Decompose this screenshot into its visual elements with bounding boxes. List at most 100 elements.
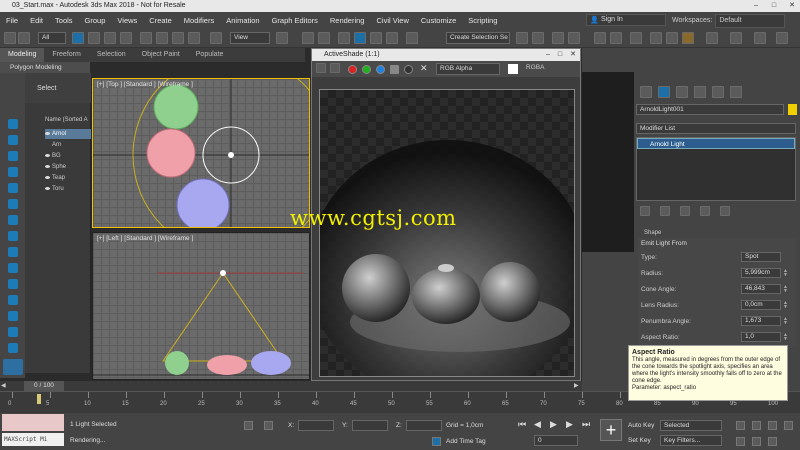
- penumbra-angle-spinner[interactable]: ▲ ▼: [783, 317, 788, 326]
- auto-key-button[interactable]: Auto Key: [628, 422, 654, 429]
- viewport-top[interactable]: [+] [Top ] [Standard ] [Wireframe ]: [92, 78, 310, 228]
- scene-item-arnold[interactable]: Arn: [45, 140, 91, 150]
- channel-dropdown[interactable]: RGB Alpha: [436, 63, 500, 75]
- red-channel-icon[interactable]: [348, 65, 357, 74]
- render-production-icon[interactable]: [682, 32, 694, 44]
- scene-item-teapot[interactable]: Teap: [45, 173, 91, 183]
- display-lights-icon[interactable]: [8, 151, 18, 161]
- reference-coordinate-icon[interactable]: [210, 32, 222, 44]
- lens-radius-spinner[interactable]: ▲ ▼: [783, 301, 788, 310]
- time-marker[interactable]: [37, 394, 41, 404]
- prev-frame-icon[interactable]: ◀: [1, 382, 9, 390]
- edit-named-selection-icon[interactable]: [406, 32, 418, 44]
- open-explorer-icon[interactable]: [754, 32, 766, 44]
- display-tab-icon[interactable]: [712, 86, 724, 98]
- menu-civil-view[interactable]: Civil View: [370, 16, 414, 25]
- display-hidden-icon[interactable]: [8, 295, 18, 305]
- cone-angle-spinner[interactable]: ▲ ▼: [783, 285, 788, 294]
- blue-channel-icon[interactable]: [376, 65, 385, 74]
- previous-frame-icon[interactable]: ◀: [534, 419, 541, 430]
- environment-icon[interactable]: [730, 32, 742, 44]
- mirror-icon[interactable]: [516, 32, 528, 44]
- object-name-field[interactable]: ArnoldLight001: [636, 104, 784, 115]
- layer-explorer-icon[interactable]: [552, 32, 564, 44]
- curve-editor-icon[interactable]: [594, 32, 606, 44]
- schematic-view-icon[interactable]: [610, 32, 622, 44]
- orbit-icon[interactable]: [752, 437, 761, 446]
- scene-explorer-icon[interactable]: [568, 32, 580, 44]
- display-cameras-icon[interactable]: [8, 167, 18, 177]
- maximize-viewport-icon[interactable]: [768, 437, 777, 446]
- viewport-top-label[interactable]: [+] [Top ] [Standard ] [Wireframe ]: [97, 81, 193, 88]
- select-place-icon[interactable]: [188, 32, 200, 44]
- type-dropdown[interactable]: Spot: [741, 252, 781, 262]
- pan-view-icon[interactable]: [736, 437, 745, 446]
- create-tab-icon[interactable]: [640, 86, 652, 98]
- render-setup-icon[interactable]: [650, 32, 662, 44]
- display-geometry-icon[interactable]: [8, 119, 18, 129]
- modify-tab-icon[interactable]: [658, 86, 670, 98]
- emit-light-from-label[interactable]: Emit Light From: [641, 240, 687, 247]
- make-unique-icon[interactable]: [680, 206, 690, 216]
- pivot-point-icon[interactable]: [276, 32, 288, 44]
- menu-customize[interactable]: Customize: [415, 16, 462, 25]
- goto-start-icon[interactable]: ⏮: [518, 419, 526, 430]
- minimize-button[interactable]: –: [750, 0, 762, 12]
- time-tag-icon[interactable]: [432, 437, 441, 446]
- display-shapes-icon[interactable]: [8, 135, 18, 145]
- lens-radius-field[interactable]: 0,0cm: [741, 300, 781, 310]
- modifier-stack-item[interactable]: Arnold Light: [637, 138, 795, 149]
- percent-snap-icon[interactable]: [370, 32, 382, 44]
- display-frozen-icon[interactable]: [8, 279, 18, 289]
- utilities-tab-icon[interactable]: [730, 86, 742, 98]
- activeshade-minimize-button[interactable]: –: [546, 49, 550, 61]
- zoom-extents-icon[interactable]: [768, 421, 777, 430]
- select-by-name-icon[interactable]: [88, 32, 100, 44]
- isolate-selection-icon[interactable]: [244, 421, 253, 430]
- scene-item-sphere[interactable]: Sphe: [45, 162, 91, 172]
- time-slider-frame[interactable]: 0 / 100: [24, 381, 64, 391]
- spinner-snap-icon[interactable]: [386, 32, 398, 44]
- field-of-view-icon[interactable]: [784, 421, 793, 430]
- eye-icon[interactable]: [45, 186, 50, 190]
- snap-toggle-icon[interactable]: [338, 32, 350, 44]
- display-bones-icon[interactable]: [8, 247, 18, 257]
- display-xrefs-icon[interactable]: [8, 231, 18, 241]
- tab-modeling[interactable]: Modeling: [0, 48, 45, 62]
- shape-section-label[interactable]: Shape: [644, 230, 661, 236]
- radius-field[interactable]: 5,999cm: [741, 268, 781, 278]
- scene-item-bg[interactable]: BG: [45, 151, 91, 161]
- add-time-tag[interactable]: Add Time Tag: [446, 438, 486, 445]
- viewport-layout-icon[interactable]: [3, 359, 23, 375]
- z-coordinate-field[interactable]: [406, 420, 442, 431]
- green-channel-icon[interactable]: [362, 65, 371, 74]
- object-color-swatch[interactable]: [788, 104, 797, 115]
- invert-display-icon[interactable]: [8, 343, 18, 353]
- tab-populate[interactable]: Populate: [188, 48, 232, 62]
- render-canvas[interactable]: [319, 89, 575, 377]
- tab-selection[interactable]: Selection: [89, 48, 134, 62]
- redo-icon[interactable]: [18, 32, 30, 44]
- show-end-result-icon[interactable]: [660, 206, 670, 216]
- selection-filter-dropdown[interactable]: All: [38, 32, 66, 44]
- set-key-icon[interactable]: +: [600, 419, 622, 441]
- alpha-channel-icon[interactable]: [390, 65, 399, 74]
- current-frame-field[interactable]: 0: [534, 435, 578, 446]
- select-move-icon[interactable]: [140, 32, 152, 44]
- menu-tools[interactable]: Tools: [49, 16, 79, 25]
- display-space-warps-icon[interactable]: [8, 199, 18, 209]
- maxscript-listener-top[interactable]: [2, 414, 64, 431]
- rendered-frame-window-icon[interactable]: [666, 32, 678, 44]
- cone-angle-field[interactable]: 46,843: [741, 284, 781, 294]
- align-icon[interactable]: [532, 32, 544, 44]
- x-coordinate-field[interactable]: [298, 420, 334, 431]
- activeshade-title-bar[interactable]: ActiveShade (1:1) – □ ✕: [312, 49, 580, 61]
- viewport-left[interactable]: [+] [Left ] [Standard ] [Wireframe ]: [92, 232, 310, 380]
- sign-in-button[interactable]: 👤 Sign In: [586, 14, 666, 26]
- maximize-button[interactable]: □: [768, 0, 780, 12]
- eye-icon[interactable]: [45, 153, 50, 157]
- ribbon-polygon-modeling[interactable]: Polygon Modeling: [0, 62, 90, 73]
- rectangular-selection-icon[interactable]: [104, 32, 116, 44]
- remove-modifier-icon[interactable]: [700, 206, 710, 216]
- reference-coordinate-dropdown[interactable]: View: [230, 32, 270, 44]
